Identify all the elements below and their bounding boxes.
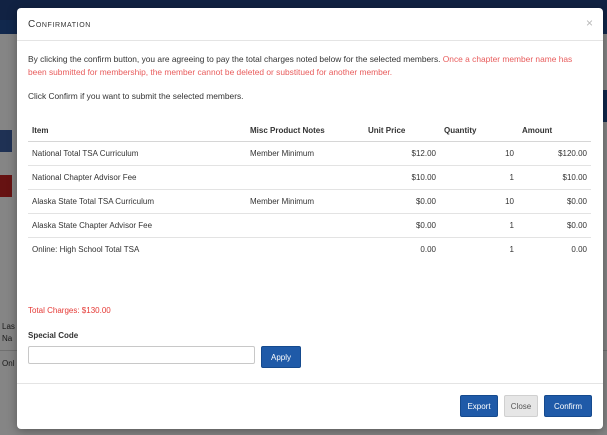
cell-unit-price: $0.00 bbox=[364, 189, 440, 214]
table-row: Alaska State Chapter Advisor Fee $0.00 1… bbox=[28, 213, 591, 238]
modal-footer: Export Close Confirm bbox=[17, 383, 603, 429]
confirmation-modal: Confirmation × By clicking the confirm b… bbox=[17, 8, 603, 429]
cell-unit-price: $0.00 bbox=[364, 213, 440, 238]
table-row: National Total TSA Curriculum Member Min… bbox=[28, 141, 591, 166]
column-header-unit-price: Unit Price bbox=[364, 119, 440, 142]
intro-statement: By clicking the confirm button, you are … bbox=[28, 54, 443, 64]
cell-item: Alaska State Total TSA Curriculum bbox=[28, 189, 246, 214]
cell-amount: $10.00 bbox=[518, 165, 591, 190]
column-header-item: Item bbox=[28, 119, 246, 142]
instruction-text: Click Confirm if you want to submit the … bbox=[28, 91, 244, 101]
cell-item: National Chapter Advisor Fee bbox=[28, 165, 246, 190]
cell-item: National Total TSA Curriculum bbox=[28, 141, 246, 166]
cell-item: Alaska State Chapter Advisor Fee bbox=[28, 213, 246, 238]
special-code-label: Special Code bbox=[28, 331, 79, 340]
cell-notes bbox=[246, 213, 364, 238]
cell-amount: $0.00 bbox=[518, 213, 591, 238]
cell-notes: Member Minimum bbox=[246, 189, 364, 214]
modal-header: Confirmation × bbox=[17, 8, 603, 41]
cell-unit-price: 0.00 bbox=[420, 245, 436, 254]
close-button[interactable]: Close bbox=[504, 395, 538, 417]
cell-quantity: 10 bbox=[440, 141, 518, 166]
table-row: Online: High School Total TSA 0.00 1 0.0… bbox=[28, 238, 591, 262]
cell-amount: $0.00 bbox=[518, 189, 591, 214]
cell-unit-price: $12.00 bbox=[364, 141, 440, 166]
cell-notes bbox=[246, 165, 364, 190]
confirm-button[interactable]: Confirm bbox=[544, 395, 592, 417]
cell-quantity: 1 bbox=[440, 213, 518, 238]
intro-text: By clicking the confirm button, you are … bbox=[28, 53, 592, 79]
table-row: Alaska State Total TSA Curriculum Member… bbox=[28, 189, 591, 214]
cell-quantity: 1 bbox=[440, 165, 518, 190]
table-row: National Chapter Advisor Fee $10.00 1 $1… bbox=[28, 165, 591, 190]
special-code-input[interactable] bbox=[28, 346, 255, 364]
column-header-amount: Amount bbox=[518, 119, 591, 142]
table-header-row: Item Misc Product Notes Unit Price Quant… bbox=[28, 119, 591, 142]
cell-quantity: 1 bbox=[509, 245, 514, 254]
cell-notes: Member Minimum bbox=[246, 141, 364, 166]
cell-item: Online: High School Total TSA bbox=[32, 245, 140, 254]
cell-amount: $120.00 bbox=[518, 141, 591, 166]
column-header-notes: Misc Product Notes bbox=[246, 119, 364, 142]
cell-notes bbox=[246, 238, 364, 262]
modal-title: Confirmation bbox=[28, 19, 91, 30]
charges-table: Item Misc Product Notes Unit Price Quant… bbox=[28, 119, 591, 261]
cell-amount: 0.00 bbox=[571, 245, 587, 254]
cell-unit-price: $10.00 bbox=[364, 165, 440, 190]
column-header-quantity: Quantity bbox=[440, 119, 518, 142]
export-button[interactable]: Export bbox=[460, 395, 498, 417]
modal-body: By clicking the confirm button, you are … bbox=[17, 53, 603, 261]
total-charges: Total Charges: $130.00 bbox=[28, 306, 111, 315]
cell-quantity: 10 bbox=[440, 189, 518, 214]
close-icon[interactable]: × bbox=[586, 16, 593, 30]
apply-button[interactable]: Apply bbox=[261, 346, 301, 368]
